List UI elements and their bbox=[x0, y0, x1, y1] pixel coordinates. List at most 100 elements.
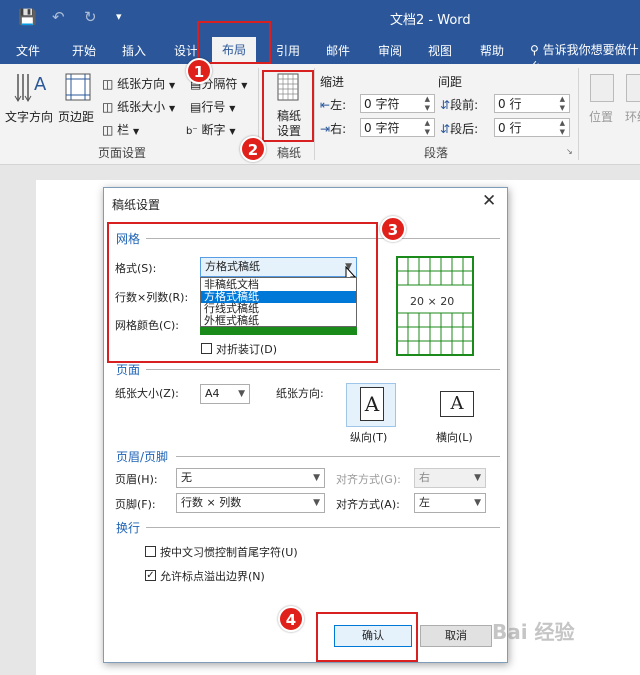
portrait-page-icon: A bbox=[360, 387, 384, 421]
footer-align-select[interactable]: 左 ▼ bbox=[414, 493, 486, 513]
chevron-down-icon: ▼ bbox=[169, 81, 176, 90]
highlight-ok-button bbox=[316, 612, 418, 662]
hyphenation-button[interactable]: b⁻ 断字 ▼ bbox=[186, 121, 235, 138]
tab-file[interactable]: 文件 bbox=[16, 41, 40, 61]
footer-label: 页脚(F): bbox=[115, 498, 156, 511]
margins-icon bbox=[65, 73, 91, 101]
title-bar: 💾 ↶ ↻ ▾ 文档2 - Word bbox=[0, 0, 640, 36]
grid-preview-text: 20 × 20 bbox=[410, 295, 455, 308]
landscape-option[interactable]: A bbox=[432, 383, 482, 427]
tab-help[interactable]: 帮助 bbox=[480, 41, 504, 61]
chevron-down-icon: ▼ bbox=[238, 389, 245, 399]
paper-size-label: 纸张大小(Z): bbox=[115, 387, 179, 400]
cancel-button[interactable]: 取消 bbox=[420, 625, 492, 647]
indent-left-input[interactable]: 0 字符 ▲ ▼ bbox=[360, 94, 435, 113]
section-divider bbox=[146, 369, 500, 370]
highlight-grid-section bbox=[107, 222, 378, 363]
landscape-page-icon: A bbox=[440, 391, 474, 417]
line-numbers-icon: ▤ bbox=[190, 100, 202, 114]
text-direction-icon: A bbox=[14, 74, 47, 102]
group-divider bbox=[578, 68, 579, 160]
indent-right-label: ⇥右: bbox=[320, 122, 347, 136]
spinner-icon[interactable]: ▲ ▼ bbox=[425, 119, 430, 137]
line-break-section-heading: 换行 bbox=[116, 521, 141, 535]
size-button[interactable]: ◫ 纸张大小 ▼ bbox=[102, 98, 175, 115]
chevron-down-icon: ▼ bbox=[169, 104, 176, 113]
spacing-before-icon: ⇵ bbox=[440, 98, 451, 112]
chevron-down-icon: ▼ bbox=[313, 473, 320, 483]
step-badge-1: 1 bbox=[186, 58, 212, 84]
hyphenation-icon: b⁻ bbox=[186, 126, 198, 137]
search-icon: ⚲ bbox=[530, 43, 539, 57]
tab-mailings[interactable]: 邮件 bbox=[326, 41, 350, 61]
landscape-label: 横向(L) bbox=[436, 431, 473, 444]
indent-right-input[interactable]: 0 字符 ▲ ▼ bbox=[360, 118, 435, 137]
spinner-icon[interactable]: ▲ ▼ bbox=[425, 95, 430, 113]
line-numbers-button[interactable]: ▤行号 ▼ bbox=[190, 98, 235, 115]
orientation-button[interactable]: ◫ 纸张方向 ▼ bbox=[102, 75, 175, 92]
step-badge-2: 2 bbox=[240, 136, 266, 162]
chinese-rules-checkbox[interactable] bbox=[145, 546, 156, 557]
text-direction-button[interactable]: 文字方向 bbox=[5, 108, 53, 125]
chinese-rules-label: 按中文习惯控制首尾字符(U) bbox=[160, 546, 298, 559]
paper-size-select[interactable]: A4 ▼ bbox=[200, 384, 250, 404]
tab-review[interactable]: 审阅 bbox=[378, 41, 402, 61]
wrap-text-icon bbox=[626, 74, 640, 102]
portrait-option[interactable]: A bbox=[346, 383, 396, 427]
header-select[interactable]: 无 ▼ bbox=[176, 468, 325, 488]
chevron-down-icon: ▼ bbox=[313, 498, 320, 508]
checkmark-icon: ✓ bbox=[146, 570, 155, 581]
position-icon bbox=[590, 74, 614, 102]
orientation-label: 纸张方向: bbox=[276, 387, 324, 400]
position-button[interactable]: 位置 bbox=[589, 108, 613, 125]
page-size-icon: ◫ bbox=[102, 100, 114, 114]
manuscript-group-label: 稿纸 bbox=[277, 146, 302, 160]
tab-references[interactable]: 引用 bbox=[276, 41, 300, 61]
header-label: 页眉(H): bbox=[115, 473, 158, 486]
spacing-after-input[interactable]: 0 行 ▲ ▼ bbox=[494, 118, 570, 137]
page-section-heading: 页面 bbox=[116, 363, 141, 377]
overflow-checkbox[interactable]: ✓ bbox=[145, 570, 156, 581]
spacing-before-input[interactable]: 0 行 ▲ ▼ bbox=[494, 94, 570, 113]
spinner-icon[interactable]: ▲ ▼ bbox=[560, 95, 565, 113]
svg-text:A: A bbox=[34, 74, 47, 95]
spacing-after-label: ⇵段后: bbox=[440, 122, 479, 136]
close-icon[interactable]: ✕ bbox=[482, 191, 496, 211]
header-footer-section-heading: 页眉/页脚 bbox=[116, 450, 169, 464]
header-align-select[interactable]: 右 ▼ bbox=[414, 468, 486, 488]
spacing-heading: 间距 bbox=[438, 75, 463, 89]
spacing-before-label: ⇵段前: bbox=[440, 98, 479, 112]
customize-quick-access-icon[interactable]: ▾ bbox=[116, 10, 122, 23]
paragraph-group-label: 段落 bbox=[424, 146, 449, 160]
dialog-launcher-icon[interactable]: ↘ bbox=[566, 147, 573, 156]
page-setup-group-label: 页面设置 bbox=[98, 146, 147, 160]
orientation-icon: ◫ bbox=[102, 77, 114, 91]
footer-align-label: 对齐方式(A): bbox=[336, 498, 400, 511]
indent-heading: 缩进 bbox=[320, 75, 345, 89]
dialog-title: 稿纸设置 bbox=[112, 198, 161, 212]
chevron-down-icon: ▼ bbox=[241, 81, 248, 90]
highlight-layout-tab bbox=[197, 21, 271, 64]
save-icon[interactable]: 💾 bbox=[18, 8, 37, 26]
tab-view[interactable]: 视图 bbox=[428, 41, 452, 61]
columns-button[interactable]: ◫ 栏 ▼ bbox=[102, 121, 139, 138]
chevron-down-icon: ▼ bbox=[474, 473, 481, 483]
margins-button[interactable]: 页边距 bbox=[58, 108, 94, 125]
portrait-label: 纵向(T) bbox=[350, 431, 388, 444]
wrap-text-button[interactable]: 环绕 bbox=[625, 108, 640, 125]
spacing-after-icon: ⇵ bbox=[440, 122, 451, 136]
tab-insert[interactable]: 插入 bbox=[122, 41, 146, 61]
columns-icon: ◫ bbox=[102, 123, 114, 137]
tab-home[interactable]: 开始 bbox=[72, 41, 96, 61]
footer-select[interactable]: 行数 × 列数 ▼ bbox=[176, 493, 325, 513]
chevron-down-icon: ▼ bbox=[229, 127, 236, 136]
spinner-icon[interactable]: ▲ ▼ bbox=[560, 119, 565, 137]
redo-icon[interactable]: ↻ bbox=[84, 8, 97, 26]
undo-icon[interactable]: ↶ bbox=[52, 8, 65, 26]
indent-left-icon: ⇤ bbox=[320, 98, 331, 112]
watermark: Bai 经验 bbox=[492, 620, 575, 644]
header-align-label: 对齐方式(G): bbox=[336, 473, 401, 486]
overflow-label: 允许标点溢出边界(N) bbox=[160, 570, 265, 583]
highlight-manuscript-button bbox=[262, 70, 314, 142]
chevron-down-icon: ▼ bbox=[229, 104, 236, 113]
